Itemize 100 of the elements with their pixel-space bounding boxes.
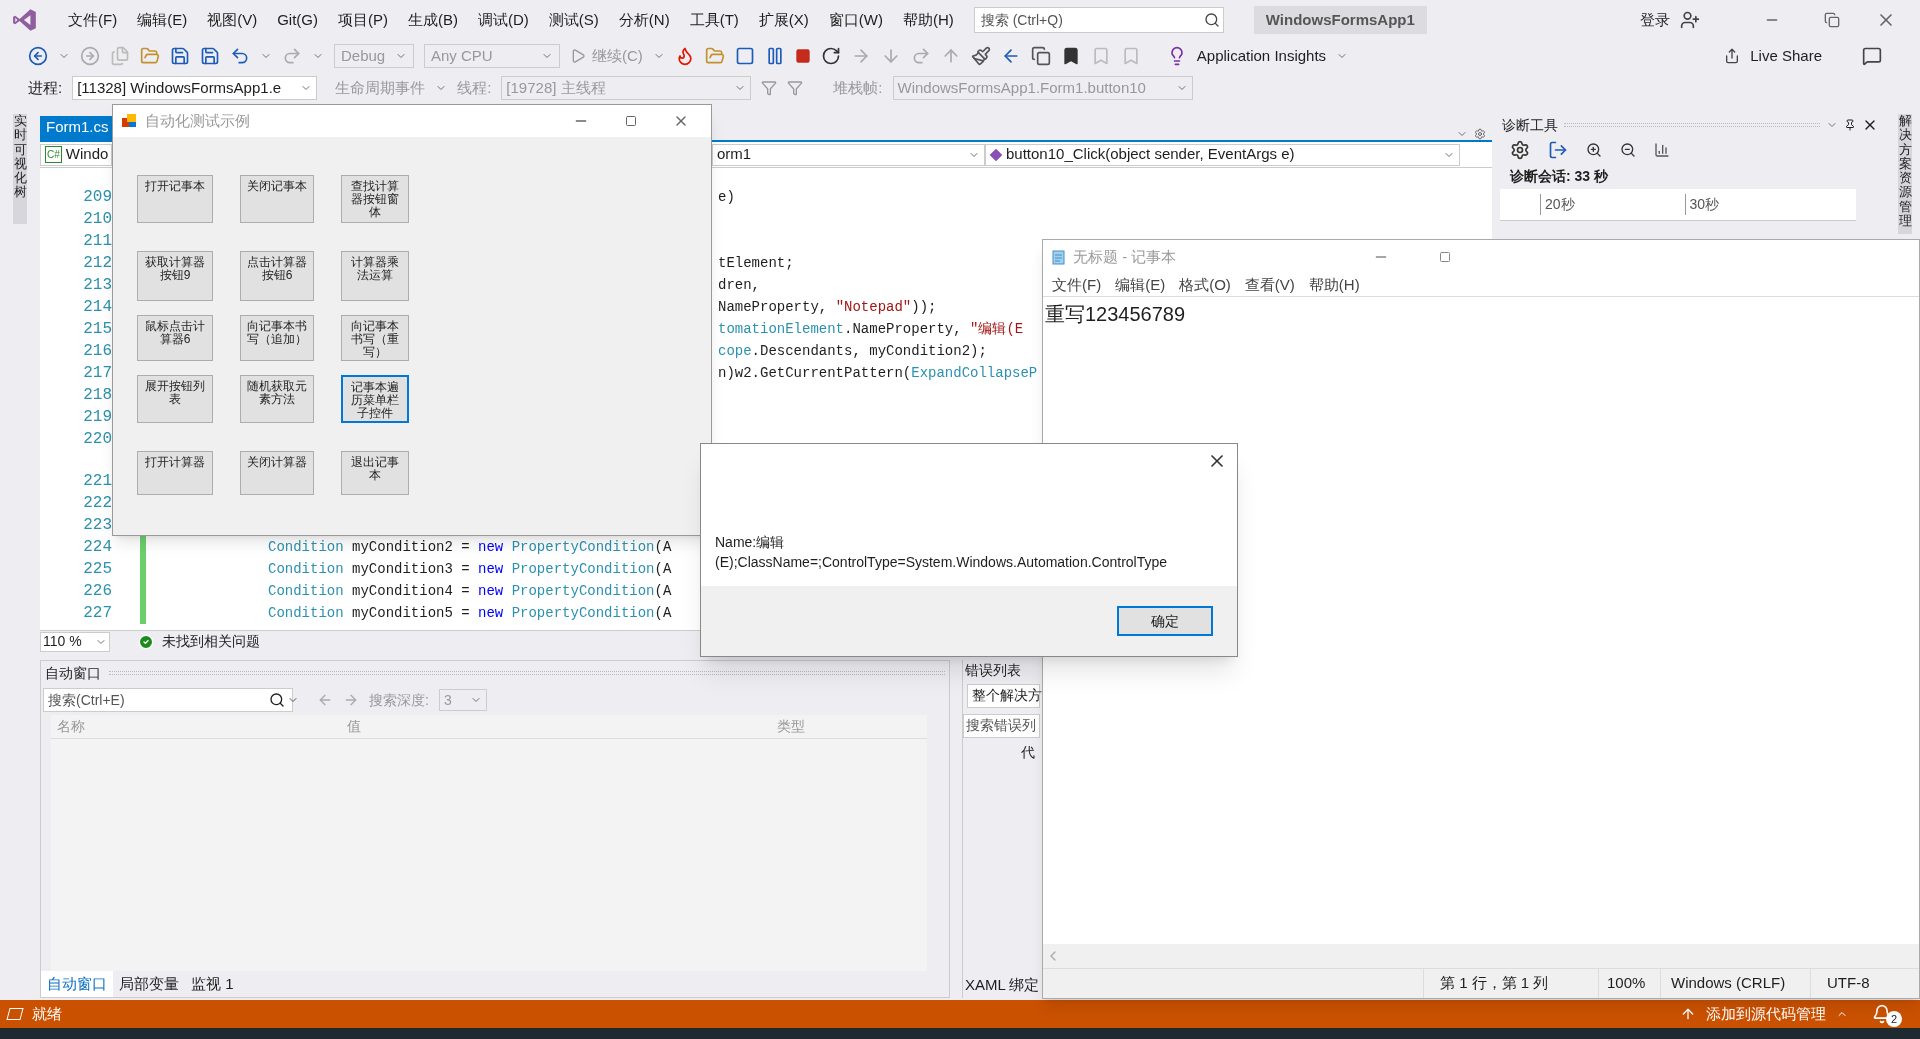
menu-item[interactable]: 分析(N) xyxy=(610,6,678,34)
menu-item[interactable]: 调试(D) xyxy=(470,6,537,34)
code-line: Condition myCondition5 = new PropertyCondition(A xyxy=(268,603,672,623)
menu-item[interactable]: 帮助(H) xyxy=(1303,273,1365,297)
live-share-button[interactable]: Live Share xyxy=(1750,44,1822,68)
play-icon[interactable] xyxy=(570,48,586,64)
ok-button[interactable]: 确定 xyxy=(1117,606,1213,636)
chart-icon[interactable] xyxy=(1654,142,1670,158)
search-field[interactable]: 搜索(Ctrl+E) xyxy=(43,688,293,712)
redo-icon[interactable] xyxy=(282,46,302,66)
export-icon[interactable] xyxy=(1548,140,1568,160)
user-add-icon[interactable] xyxy=(1680,10,1700,30)
zoom-in-icon[interactable] xyxy=(1586,142,1602,158)
panel-tab[interactable]: 自动窗口 xyxy=(41,971,113,997)
filter-clear-icon[interactable] xyxy=(787,80,804,96)
stop-icon[interactable] xyxy=(794,48,811,64)
form-button[interactable]: 关闭记事本 xyxy=(240,175,314,223)
code-line: n)w2.GetCurrentPattern(ExpandCollapseP xyxy=(718,363,1038,383)
form-button[interactable]: 关闭计算器 xyxy=(240,451,314,495)
folder-icon[interactable] xyxy=(140,46,160,66)
line-number: 225 xyxy=(82,559,112,580)
column-header: 值 xyxy=(346,717,362,736)
forward-icon[interactable] xyxy=(343,692,359,708)
menu-item[interactable]: 生成(B) xyxy=(400,6,466,34)
maximize-icon[interactable] xyxy=(625,115,637,127)
back-icon[interactable] xyxy=(28,46,48,66)
csharp-badge: C# xyxy=(45,146,62,163)
code-line: tElement; xyxy=(718,253,794,273)
panel-tab[interactable]: 局部变量 xyxy=(113,971,185,997)
form-button[interactable]: 查找计算器按钮窗体 xyxy=(341,175,409,223)
message-text: Name:编辑(E);ClassName=;ControlType=System.Windows.Automation.ControlType xyxy=(715,533,1169,572)
form-button[interactable]: 点击计算器按钮6 xyxy=(240,251,314,301)
panel-tab[interactable]: 监视 1 xyxy=(185,971,240,997)
forward-icon[interactable] xyxy=(80,46,100,66)
menu-item[interactable]: 视图(V) xyxy=(199,6,266,34)
maximize-icon[interactable] xyxy=(1439,251,1451,263)
form-button[interactable]: 计算器乘法运算 xyxy=(341,251,409,301)
menu-item[interactable]: 格式(O) xyxy=(1174,273,1236,297)
form-button[interactable]: 向记事本书写（追加） xyxy=(240,315,314,361)
feedback-icon[interactable] xyxy=(1862,46,1882,66)
save-icon[interactable] xyxy=(170,46,190,66)
search-field[interactable]: 搜索 (Ctrl+Q) xyxy=(973,7,1224,33)
settings-icon[interactable] xyxy=(1510,140,1530,160)
window-title: 无标题 - 记事本 xyxy=(1073,246,1177,267)
share-icon[interactable] xyxy=(1724,48,1741,64)
menu-item[interactable]: 工具(T) xyxy=(681,6,747,34)
form-button[interactable]: 展开按钮列表 xyxy=(137,375,213,423)
form-button[interactable]: 记事本遍历菜单栏子控件 xyxy=(341,375,409,423)
line-number: 226 xyxy=(82,581,112,602)
menu-item[interactable]: 文件(F) xyxy=(1047,273,1107,297)
restore-icon[interactable] xyxy=(1824,12,1840,28)
form-button[interactable]: 向记事本书写（重写） xyxy=(341,315,409,361)
zoom-dropdown[interactable]: 110 % xyxy=(40,631,110,652)
menu-item[interactable]: Git(G) xyxy=(269,6,326,34)
brush-icon[interactable] xyxy=(970,46,991,66)
menu-item[interactable]: 查看(V) xyxy=(1239,273,1300,297)
upload-icon[interactable] xyxy=(1680,1006,1696,1022)
line-number: 217 xyxy=(82,363,112,384)
new-file-icon[interactable] xyxy=(110,46,130,66)
undo-icon[interactable] xyxy=(230,46,250,66)
save-all-icon[interactable] xyxy=(200,46,220,66)
member-dropdown[interactable]: button10_Click(object sender, EventArgs e) xyxy=(985,143,1460,166)
folder-search-icon[interactable] xyxy=(704,46,725,66)
menu-item[interactable]: 编辑(E) xyxy=(1110,273,1171,297)
line-number: 215 xyxy=(82,319,112,340)
class-dropdown[interactable]: orm1 xyxy=(712,143,985,166)
form-button[interactable]: 鼠标点击计算器6 xyxy=(137,315,213,361)
restart-icon[interactable] xyxy=(820,46,841,66)
application-insights-button[interactable]: Application Insights xyxy=(1196,44,1327,68)
line-number: 213 xyxy=(82,275,112,296)
form-button[interactable]: 获取计算器按钮9 xyxy=(137,251,213,301)
window-icon[interactable] xyxy=(734,46,755,66)
menu-item[interactable]: 帮助(H) xyxy=(894,6,962,34)
search-field[interactable]: 搜索错误列 xyxy=(963,714,1040,738)
editor-tab[interactable]: Form1.cs xyxy=(40,116,115,140)
zoom-out-icon[interactable] xyxy=(1620,142,1636,158)
form-button[interactable]: 打开记事本 xyxy=(137,175,213,223)
project-dropdown[interactable]: C# Windo xyxy=(40,143,112,166)
line-number: 209 xyxy=(82,187,112,208)
window-title: 自动化测试示例 xyxy=(145,110,250,131)
live-visual-tree-tab[interactable]: 实时可视化树 xyxy=(13,114,27,224)
form-button[interactable]: 随机获取元素方法 xyxy=(240,375,314,423)
solution-name: WindowsFormsApp1 xyxy=(1253,5,1427,35)
menu-item[interactable]: 测试(S) xyxy=(540,6,607,34)
source-control-button[interactable]: 添加到源代码管理 xyxy=(1706,1002,1826,1026)
panel-tab[interactable]: XAML 绑定 xyxy=(963,972,1040,998)
form-button[interactable]: 打开计算器 xyxy=(137,451,213,495)
solution-explorer-tab[interactable]: 解决方案资源管理 xyxy=(1898,114,1912,234)
filter-icon[interactable] xyxy=(761,80,778,96)
menu-item[interactable]: 窗口(W) xyxy=(820,6,891,34)
scope-dropdown[interactable]: 整个解决方 xyxy=(967,684,1040,708)
menu-item[interactable]: 项目(P) xyxy=(330,6,396,34)
menu-item[interactable]: 编辑(E) xyxy=(129,6,196,34)
pin-icon[interactable] xyxy=(1844,119,1856,131)
process-dropdown[interactable]: [11328] WindowsFormsApp1.e xyxy=(72,76,318,100)
menu-item[interactable]: 文件(F) xyxy=(60,6,126,34)
search-depth-label: 搜索深度: xyxy=(369,690,429,710)
sign-in-link[interactable]: 登录 xyxy=(1640,8,1670,32)
menu-item[interactable]: 扩展(X) xyxy=(750,6,817,34)
form-button[interactable]: 退出记事本 xyxy=(341,451,409,495)
